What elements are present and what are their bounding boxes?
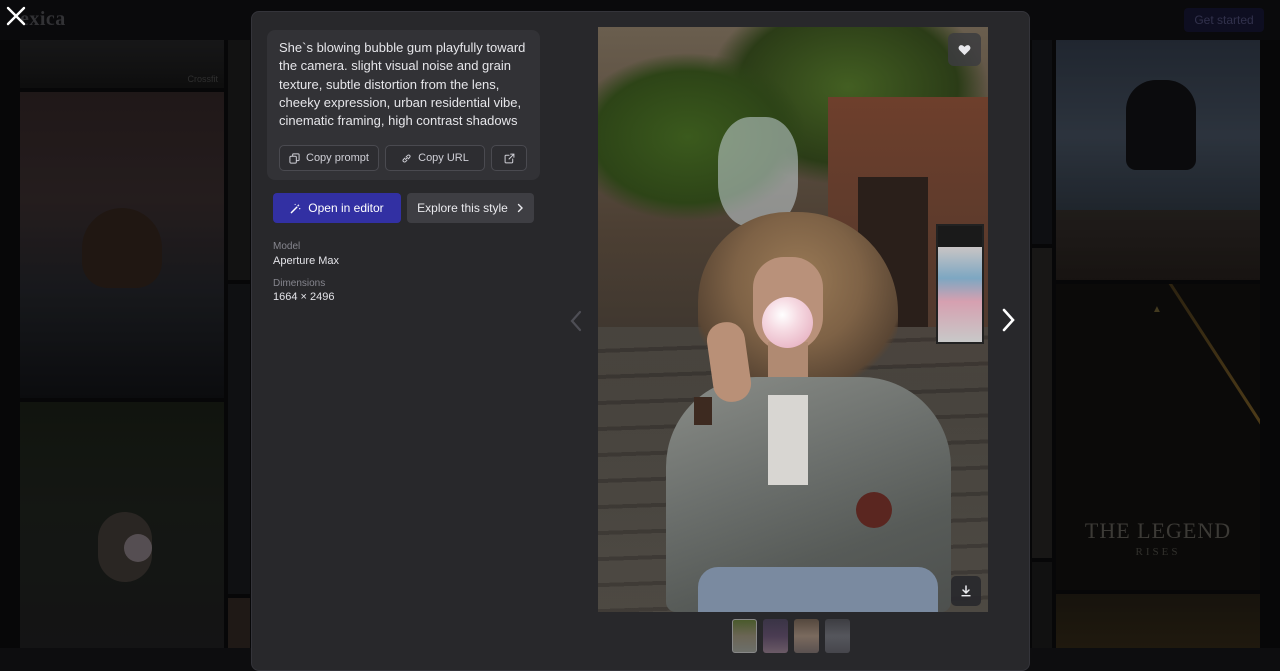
sky-patch [718, 117, 798, 227]
next-image-button[interactable] [997, 304, 1019, 336]
prompt-text: She`s blowing bubble gum playfully towar… [279, 39, 531, 130]
image-detail-modal: She`s blowing bubble gum playfully towar… [251, 11, 1030, 671]
jacket-patch [856, 492, 892, 528]
heart-icon [958, 44, 971, 56]
dimensions-label: Dimensions [273, 278, 325, 289]
previous-image-button[interactable] [566, 306, 586, 336]
bubble-gum [762, 297, 813, 348]
external-link-icon [504, 153, 515, 164]
open-in-editor-button[interactable]: Open in editor [273, 193, 401, 223]
open-in-editor-label: Open in editor [308, 201, 383, 215]
graffiti-sign [936, 224, 984, 344]
white-shirt [768, 395, 808, 485]
copy-icon [289, 153, 300, 164]
main-image[interactable] [598, 27, 988, 612]
close-icon [4, 4, 28, 28]
jacket-patch [694, 397, 712, 425]
download-icon [960, 585, 972, 597]
link-icon [401, 153, 412, 164]
download-button[interactable] [951, 576, 981, 606]
close-button[interactable] [4, 4, 28, 28]
copy-prompt-button[interactable]: Copy prompt [279, 145, 379, 171]
copy-url-label: Copy URL [418, 152, 469, 164]
open-external-button[interactable] [491, 145, 527, 171]
jeans [698, 567, 938, 612]
chevron-left-icon [566, 306, 586, 336]
dimensions-value: 1664 × 2496 [273, 291, 334, 303]
chevron-right-icon [997, 304, 1019, 336]
copy-url-button[interactable]: Copy URL [385, 145, 485, 171]
model-value: Aperture Max [273, 255, 339, 267]
chevron-right-icon [516, 203, 524, 213]
copy-prompt-label: Copy prompt [306, 152, 369, 164]
explore-style-label: Explore this style [417, 201, 508, 215]
prompt-card: She`s blowing bubble gum playfully towar… [267, 30, 540, 180]
magic-wand-icon [290, 203, 301, 214]
explore-style-button[interactable]: Explore this style [407, 193, 534, 223]
model-label: Model [273, 241, 300, 252]
favorite-button[interactable] [948, 33, 981, 66]
